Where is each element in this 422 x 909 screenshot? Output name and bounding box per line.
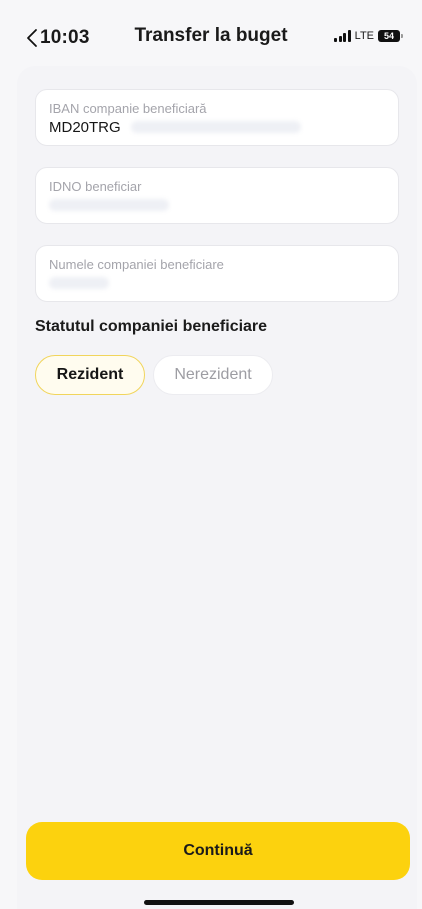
status-indicators: LTE 54 [334,30,403,42]
iban-redacted [131,121,301,133]
iban-label: IBAN companie beneficiară [49,101,207,116]
company-name-label: Numele companiei beneficiare [49,257,224,272]
chevron-left-icon[interactable] [26,28,38,48]
signal-icon [334,30,351,42]
iban-value: MD20TRG [49,119,121,136]
company-name-redacted [49,277,109,289]
battery-icon: 54 [378,30,403,42]
network-label: LTE [354,30,374,42]
idno-redacted [49,199,169,211]
idno-label: IDNO beneficiar [49,179,142,194]
company-status-title: Statutul companiei beneficiare [35,318,268,335]
battery-level: 54 [383,31,394,41]
status-time: 10:03 [40,27,90,48]
top-bar: 10:03 Transfer la buget LTE 54 [0,0,422,70]
back-button[interactable]: 10:03 [26,26,90,50]
home-indicator[interactable] [144,900,294,905]
option-rezident[interactable]: Rezident [35,355,145,395]
screen: 10:03 Transfer la buget LTE 54 IBAN comp… [0,0,422,909]
iban-field[interactable]: IBAN companie beneficiară MD20TRG [35,89,399,146]
option-nerezident[interactable]: Nerezident [153,355,273,395]
idno-field[interactable]: IDNO beneficiar [35,167,399,224]
company-name-field[interactable]: Numele companiei beneficiare [35,245,399,302]
continue-button[interactable]: Continuă [26,822,410,880]
